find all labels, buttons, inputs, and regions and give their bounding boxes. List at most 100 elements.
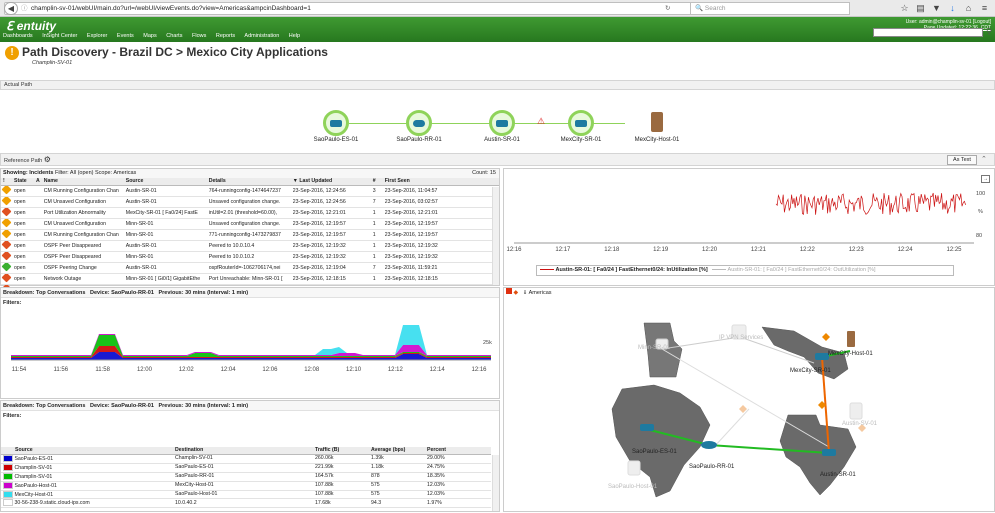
cell-dst: SaoPaulo-RR-01 bbox=[173, 472, 313, 482]
pocket-icon[interactable]: ▼ bbox=[930, 2, 943, 15]
clipboard-icon[interactable]: ▤ bbox=[914, 2, 927, 15]
scope-icon[interactable]: ⇓ bbox=[523, 290, 528, 296]
col-a[interactable]: A bbox=[34, 178, 42, 186]
col-average[interactable]: Average (bps) bbox=[369, 447, 425, 455]
col-source[interactable]: Source bbox=[123, 178, 207, 186]
x-tick-label: 12:12 bbox=[388, 367, 404, 373]
download-icon[interactable]: ↓ bbox=[946, 2, 959, 15]
path-node-saopaulo-rr[interactable] bbox=[406, 110, 432, 136]
path-node-austin-sr[interactable] bbox=[489, 110, 515, 136]
conversation-row[interactable]: Champlin-SV-01 SaoPaulo-ES-01 221.99k 1.18k… bbox=[1, 463, 491, 473]
col-count[interactable]: # bbox=[370, 178, 383, 186]
conversation-row[interactable]: Champlin-SV-01 SaoPaulo-RR-01 164.57k 878 18… bbox=[1, 472, 491, 482]
previous-label[interactable]: Previous: 30 mins (Interval: 1 min) bbox=[159, 403, 249, 409]
stop-icon[interactable] bbox=[506, 288, 512, 294]
col-traffic[interactable]: Traffic (B) bbox=[313, 447, 369, 455]
col-percent[interactable]: Percent bbox=[425, 447, 491, 455]
url-bar[interactable]: ◀ ⓘ champlin-sv-01/webUI/main.do?url=/we… bbox=[4, 2, 714, 15]
nav-administration[interactable]: Administration bbox=[244, 33, 279, 39]
nav-reports[interactable]: Reports bbox=[216, 33, 235, 39]
legend-in[interactable]: Austin-SR-01: [ Fa0/24 ] FastEthernet0/2… bbox=[556, 267, 708, 273]
previous-label[interactable]: Previous: 30 mins (Interval: 1 min) bbox=[159, 290, 249, 296]
nav-maps[interactable]: Maps bbox=[143, 33, 156, 39]
map-device-saopaulo-es[interactable] bbox=[640, 424, 654, 431]
path-node-saopaulo-es[interactable] bbox=[323, 110, 349, 136]
cell-details: Unsaved configuration change. bbox=[206, 218, 291, 230]
map-label-austin-sr: Austin-SR-01 bbox=[820, 472, 856, 478]
col-destination[interactable]: Destination bbox=[173, 447, 313, 455]
incident-row[interactable]: open Network Outage Minn-SR-01 [ Gi0/1] Gi… bbox=[1, 273, 499, 285]
device-label[interactable]: Device: SaoPaulo-RR-01 bbox=[90, 403, 154, 409]
cell-last: 23-Sep-2016, 12:24:56 bbox=[290, 196, 371, 208]
nav-insight-center[interactable]: InSight Center bbox=[42, 33, 77, 39]
incident-row[interactable]: open OSPF Peer Disappeared Austin-SR-01 Pee… bbox=[1, 240, 499, 252]
incident-row[interactable]: open CM Running Configuration Chan Minn-SR… bbox=[1, 229, 499, 241]
map-scope-label[interactable]: Americas bbox=[529, 290, 552, 296]
cell-source: Champlin-SV-01 bbox=[1, 463, 173, 473]
back-arrow-icon[interactable]: ◀ bbox=[4, 2, 18, 15]
nav-charts[interactable]: Charts bbox=[166, 33, 182, 39]
nav-help[interactable]: Help bbox=[289, 33, 300, 39]
filter-label[interactable]: Filter: All (open) bbox=[55, 170, 94, 176]
col-last-updated[interactable]: ▼ Last Updated bbox=[290, 178, 371, 186]
series-in-utilization[interactable] bbox=[775, 192, 966, 215]
device-label[interactable]: Device: SaoPaulo-RR-01 bbox=[90, 290, 154, 296]
breakdown-label[interactable]: Breakdown: Top Conversations bbox=[3, 403, 85, 409]
conversation-row[interactable]: MexCity-Host-01 SaoPaulo-Host-01 107.88k 57… bbox=[1, 490, 491, 500]
app-search-input[interactable] bbox=[873, 28, 983, 37]
map-device-austin-sr[interactable] bbox=[822, 449, 836, 456]
star-icon[interactable]: ☆ bbox=[898, 2, 911, 15]
map-label-ipvpn: IP VPN Services bbox=[719, 335, 764, 341]
magnifier-icon[interactable]: ⚲ bbox=[986, 27, 992, 36]
reference-path-bar: Reference Path ⚙ bbox=[0, 153, 995, 166]
severity-icon[interactable]: ◆ bbox=[514, 290, 519, 296]
reference-path-icon[interactable]: ⚙ bbox=[44, 155, 51, 164]
col-first-seen[interactable]: First Seen bbox=[382, 178, 499, 186]
map-device-austin-sv[interactable] bbox=[849, 402, 863, 420]
alert-triangle-icon[interactable]: ⚠ bbox=[537, 116, 545, 127]
incident-row[interactable]: open OSPF Peer Disappeared Minn-SR-01 Peere… bbox=[1, 251, 499, 263]
conversation-row[interactable]: SaoPaulo-Host-01 MexCity-Host-01 107.88k 57… bbox=[1, 481, 491, 491]
legend-out[interactable]: Austin-SR-01: [ Fa0/24 ] FastEthernet0/2… bbox=[728, 267, 876, 273]
col-name[interactable]: Name bbox=[41, 178, 124, 186]
incident-row[interactable]: open OSPF Peering Change Austin-SR-01 ospfR… bbox=[1, 262, 499, 274]
map-device-mexcity-host[interactable] bbox=[847, 331, 855, 347]
cell-last: 23-Sep-2016, 12:19:57 bbox=[290, 218, 371, 230]
incident-row[interactable]: open CM Unsaved Configuration Austin-SR-01… bbox=[1, 196, 499, 208]
map-device-mexcity-sr[interactable] bbox=[815, 353, 829, 360]
breakdown-label[interactable]: Breakdown: Top Conversations bbox=[3, 290, 85, 296]
col-details[interactable]: Details bbox=[206, 178, 291, 186]
alert-diamond-icon[interactable] bbox=[822, 333, 830, 341]
incident-row[interactable]: open Port Utilization Abnormality MexCity-… bbox=[1, 207, 499, 219]
cell-last: 23-Sep-2016, 12:18:15 bbox=[290, 273, 371, 285]
map-device-saopaulo-host[interactable] bbox=[627, 460, 641, 476]
cell-severity bbox=[1, 251, 12, 263]
utilization-chart: → 12:16 12:17 12:18 12:19 12:20 12:21 12:22 12:… bbox=[503, 168, 995, 286]
collapse-chevron-icon[interactable]: ⌃ bbox=[981, 155, 987, 163]
conversations-scrollbar[interactable] bbox=[492, 455, 499, 511]
reload-icon[interactable]: ↻ bbox=[665, 3, 670, 14]
severity-icon bbox=[1, 196, 12, 206]
col-source[interactable]: Source bbox=[1, 447, 173, 455]
conversation-row[interactable]: 30-56-238-9.static.cloud-ips.com 10.0.40.… bbox=[1, 498, 491, 509]
nav-dashboards[interactable]: Dashboards bbox=[3, 33, 33, 39]
map-device-saopaulo-rr[interactable] bbox=[701, 441, 717, 449]
x-tick-label: 12:08 bbox=[304, 367, 320, 373]
scope-label[interactable]: Scope: Americas bbox=[95, 170, 136, 176]
col-state[interactable]: State bbox=[12, 178, 34, 186]
menu-icon[interactable]: ≡ bbox=[978, 2, 991, 15]
incidents-scrollbar[interactable] bbox=[492, 187, 499, 285]
conversation-row[interactable]: SaoPaulo-ES-01 Champlin-SV-01 260.06k 1.39k… bbox=[1, 454, 491, 464]
nav-explorer[interactable]: Explorer bbox=[87, 33, 107, 39]
browser-search-input[interactable]: 🔍 Search bbox=[690, 2, 850, 15]
as-text-button[interactable]: As Text bbox=[947, 155, 977, 165]
col-severity[interactable]: ! bbox=[1, 178, 12, 186]
incident-row[interactable]: open CM Running Configuration Chan Austin-… bbox=[1, 185, 499, 197]
host-icon[interactable] bbox=[651, 112, 663, 132]
map-panel: ◆ ⇓ Americas Minn-SR-01 IP VPN Services … bbox=[503, 287, 995, 512]
path-node-mexcity-sr[interactable] bbox=[568, 110, 594, 136]
nav-events[interactable]: Events bbox=[117, 33, 134, 39]
incident-row[interactable]: open CM Unsaved Configuration Minn-SR-01 Un… bbox=[1, 218, 499, 230]
home-icon[interactable]: ⌂ bbox=[962, 2, 975, 15]
nav-flows[interactable]: Flows bbox=[192, 33, 206, 39]
